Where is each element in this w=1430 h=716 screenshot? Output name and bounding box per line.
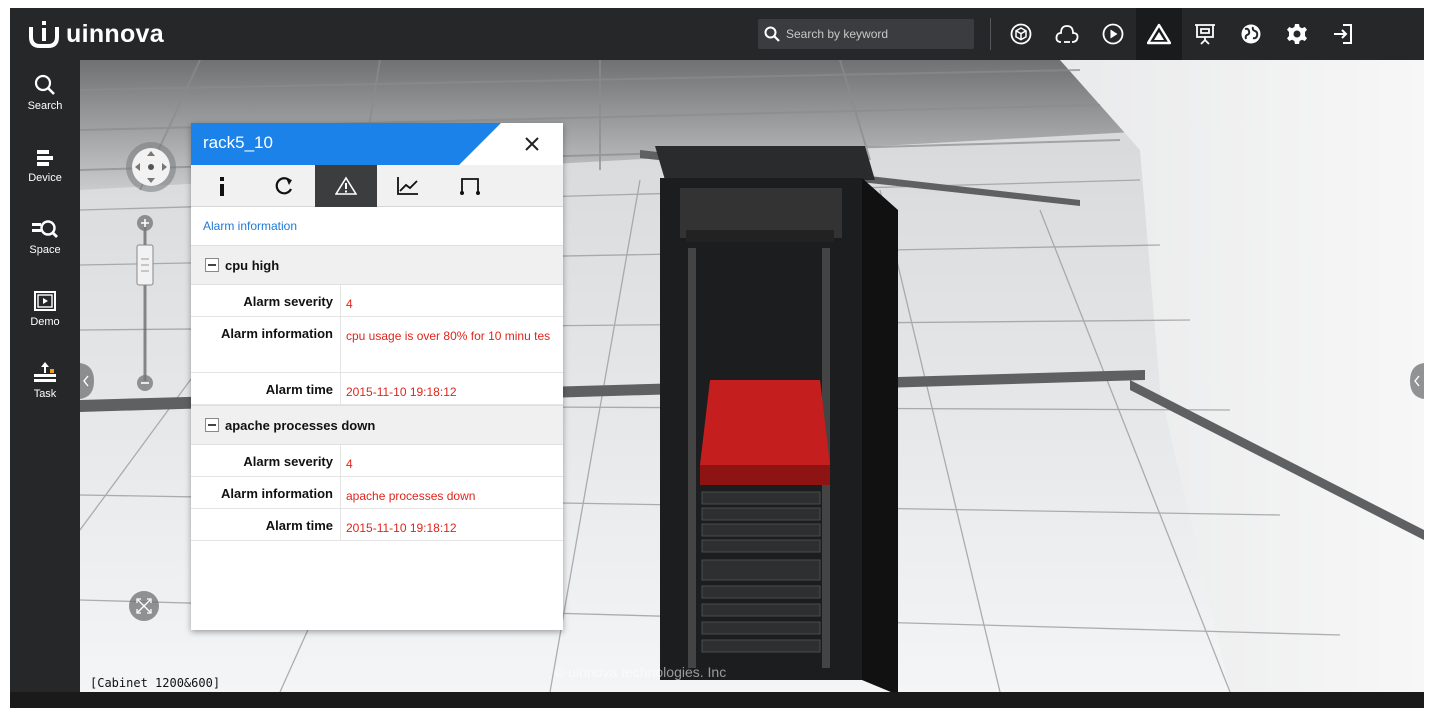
tab-refresh[interactable] [253, 165, 315, 207]
logout-button[interactable] [1320, 8, 1366, 60]
alarm-triangle-icon [1147, 23, 1171, 45]
alarm-row: Alarm severity 4 [191, 285, 563, 317]
sidebar-item-label: Search [27, 100, 63, 112]
search-icon [764, 26, 780, 42]
fullscreen-icon[interactable] [128, 590, 160, 622]
play-icon [1102, 23, 1124, 45]
alarm-row: Alarm time 2015-11-10 19:18:12 [191, 509, 563, 541]
3d-view-button[interactable] [998, 8, 1044, 60]
panel-tabs [191, 165, 563, 207]
sidebar-item-demo[interactable]: Demo [10, 282, 80, 352]
collapse-icon[interactable] [205, 258, 219, 272]
sidebar-item-label: Demo [30, 316, 60, 328]
sidebar-item-label: Device [28, 172, 62, 184]
search-box[interactable] [758, 19, 974, 49]
brand-name: uinnova [66, 19, 164, 48]
alarm-value: apache processes down [346, 489, 476, 503]
alarm-row: Alarm time 2015-11-10 19:18:12 [191, 373, 563, 405]
cloud-icon [1055, 25, 1079, 43]
close-button[interactable] [519, 131, 545, 157]
alarm-value: 2015-11-10 19:18:12 [346, 385, 457, 399]
play-button[interactable] [1090, 8, 1136, 60]
search-input[interactable] [786, 27, 956, 41]
logout-icon [1334, 24, 1352, 44]
collapse-right-icon[interactable] [1410, 363, 1424, 399]
sidebar-item-label: Task [33, 388, 57, 400]
left-sidebar: Search Device Space Demo Task [10, 60, 80, 708]
collapse-left-icon[interactable] [80, 363, 94, 399]
alarm-row: Alarm information cpu usage is over 80% … [191, 317, 563, 373]
panel-title: rack5_10 [203, 133, 273, 152]
brand-logo[interactable]: uinnova [28, 16, 164, 52]
tab-info[interactable] [191, 165, 253, 207]
bottom-strip [10, 692, 1424, 708]
alarm-name: apache processes down [225, 417, 376, 433]
section-title: Alarm information [203, 219, 298, 233]
projector-button[interactable] [1182, 8, 1228, 60]
sidebar-item-device[interactable]: Device [10, 138, 80, 208]
rack-model [655, 146, 898, 692]
alarm-button[interactable] [1136, 8, 1182, 60]
alarm-value: 2015-11-10 19:18:12 [346, 521, 457, 535]
sidebar-item-task[interactable]: Task [10, 354, 80, 424]
tab-chart[interactable] [377, 165, 439, 207]
port-icon [460, 178, 480, 195]
settings-button[interactable] [1274, 8, 1320, 60]
refresh-icon [275, 177, 292, 195]
task-icon [34, 362, 56, 382]
alarm-group-header[interactable]: apache processes down [191, 405, 563, 445]
alarm-key: Alarm information [221, 486, 333, 501]
close-icon [525, 137, 539, 151]
zoom-slider[interactable] [134, 213, 156, 395]
alarm-key: Alarm severity [243, 454, 333, 469]
search-icon [34, 74, 55, 95]
navigation-pad[interactable] [125, 141, 177, 193]
alarm-key: Alarm time [265, 382, 333, 397]
alarm-row: Alarm severity 4 [191, 445, 563, 477]
chart-icon [397, 177, 418, 195]
demo-icon [34, 291, 56, 311]
device-info-panel: rack5_10 Alarm information cpu high Alar… [191, 123, 563, 630]
alarm-icon [335, 176, 357, 195]
alarm-name: cpu high [225, 257, 280, 273]
alarm-value: 4 [346, 297, 353, 311]
globe-button[interactable] [1228, 8, 1274, 60]
alarm-group-header[interactable]: cpu high [191, 245, 563, 285]
app-window: uinnova Search by keyword Search Device … [10, 8, 1424, 708]
alarm-key: Alarm information [221, 326, 333, 341]
sidebar-item-space[interactable]: Space [10, 210, 80, 280]
alarm-key: Alarm severity [243, 294, 333, 309]
top-bar: uinnova [10, 8, 1424, 60]
cloud-button[interactable] [1044, 8, 1090, 60]
tab-alarm[interactable] [315, 165, 377, 207]
projector-icon [1195, 24, 1215, 45]
top-toolbar [998, 8, 1366, 60]
view-label: [Cabinet 1200&600] [90, 676, 221, 690]
space-icon [32, 220, 58, 238]
alarm-key: Alarm time [265, 518, 333, 533]
tab-port[interactable] [439, 165, 501, 207]
toolbar-divider [990, 18, 991, 50]
sidebar-item-search[interactable]: Search [10, 66, 80, 136]
alarm-row: Alarm information apache processes down [191, 477, 563, 509]
info-icon [220, 177, 224, 196]
sidebar-item-label: Space [29, 244, 61, 256]
3d-box-icon [1010, 23, 1032, 45]
settings-gear-icon [1287, 24, 1307, 44]
alarm-value: cpu usage is over 80% for 10 minu tes [346, 329, 551, 343]
globe-icon [1241, 24, 1261, 44]
alarm-value: 4 [346, 457, 353, 471]
device-icon [37, 150, 53, 166]
uinnova-logo-icon [29, 21, 59, 48]
watermark: © uinnova technologies. Inc [554, 664, 727, 680]
collapse-icon[interactable] [205, 418, 219, 432]
